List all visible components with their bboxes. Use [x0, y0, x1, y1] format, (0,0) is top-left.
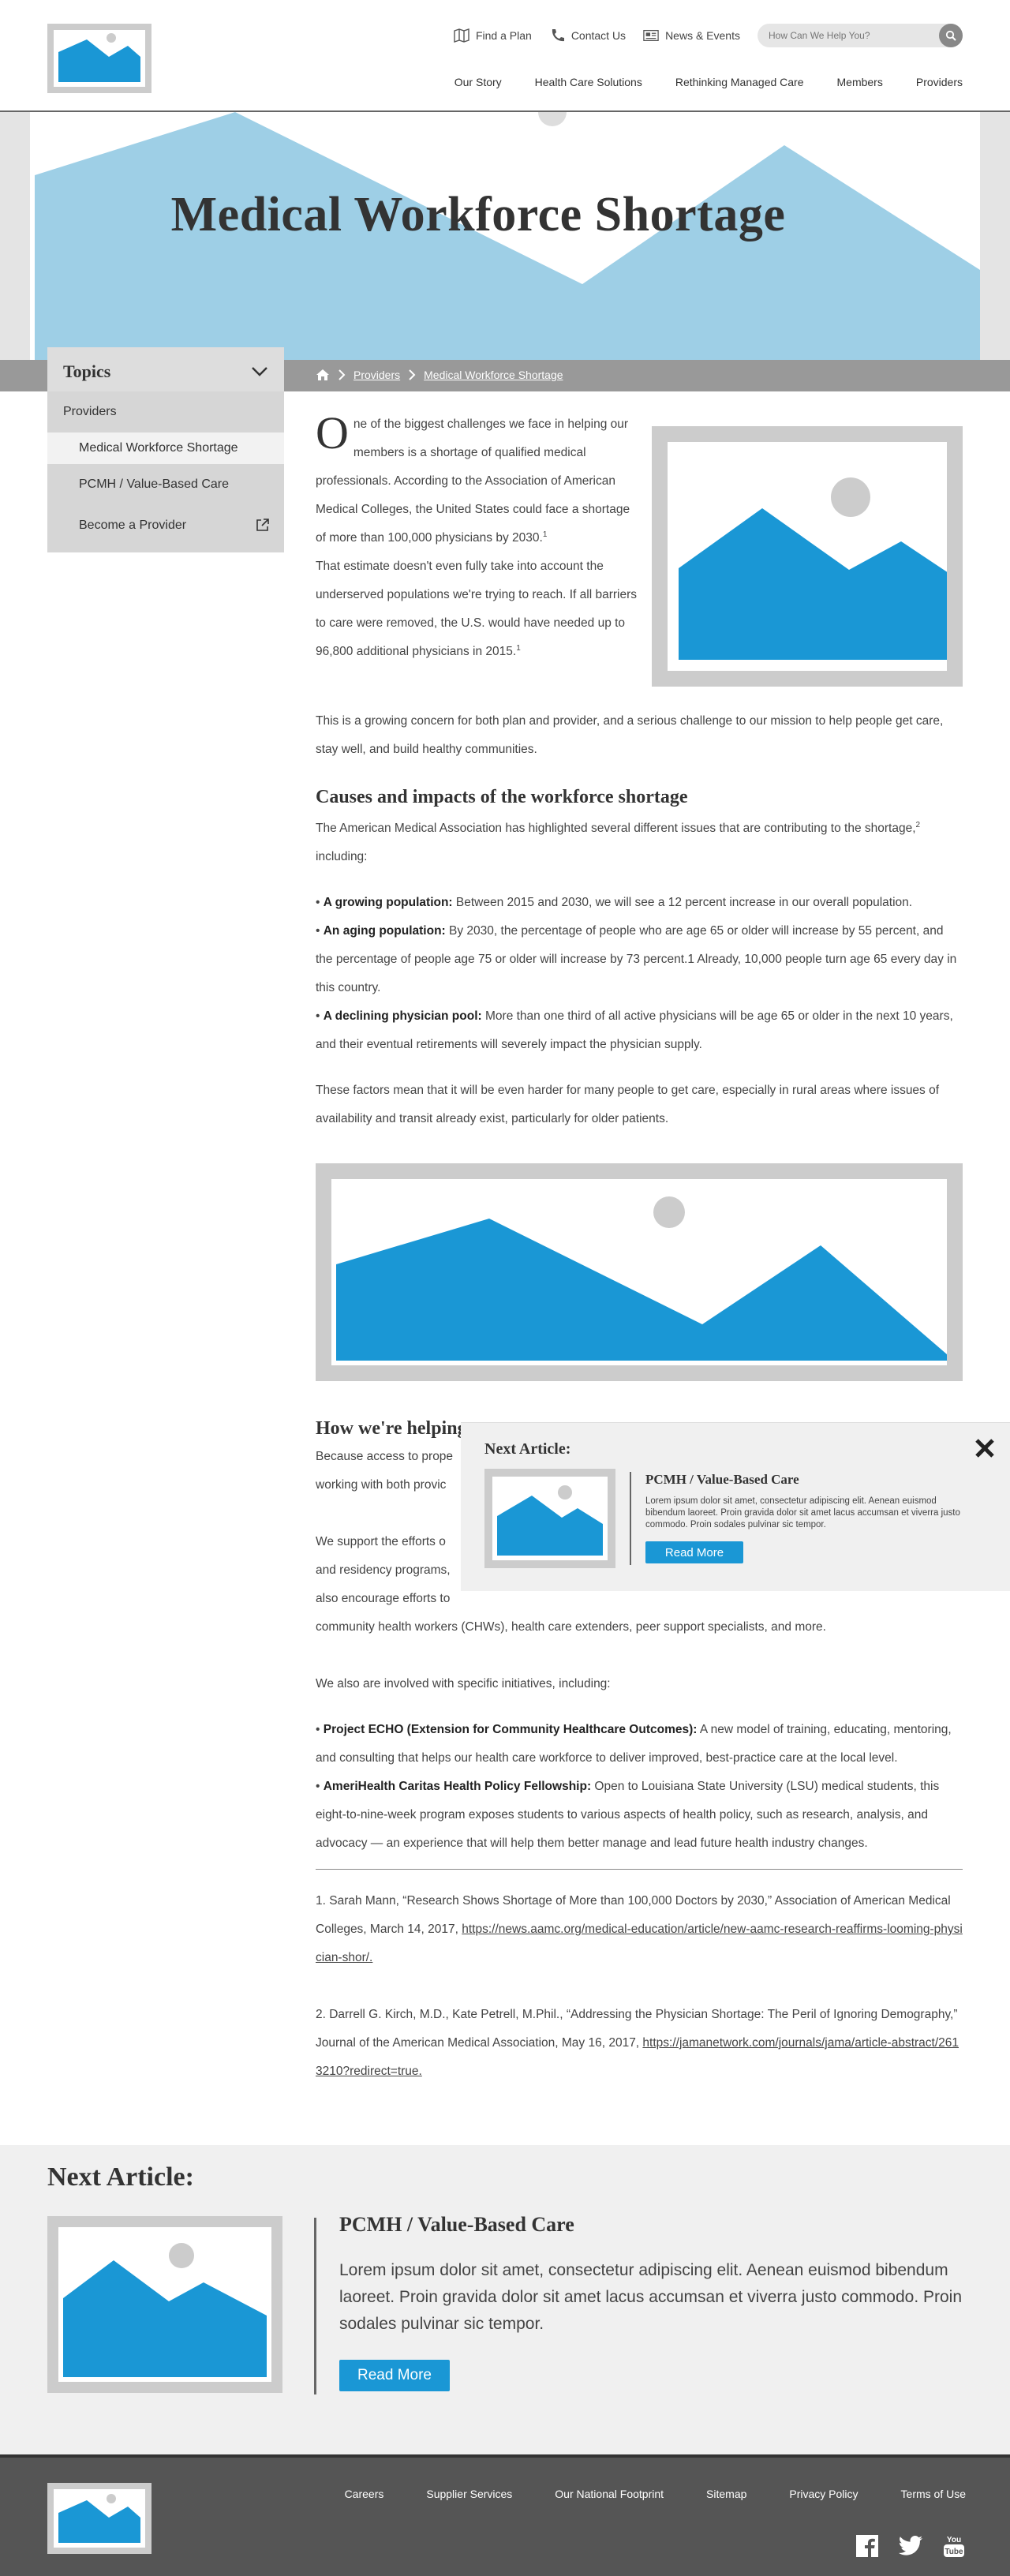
- map-icon: [454, 28, 469, 43]
- nav-health-care-solutions[interactable]: Health Care Solutions: [535, 76, 642, 88]
- chevron-right-icon: [409, 369, 416, 380]
- logo-image-icon: [58, 33, 140, 82]
- sidebar-item-become-a-provider[interactable]: Become a Provider: [47, 505, 284, 546]
- popup-divider: [630, 1472, 631, 1565]
- article-image-1: [652, 426, 963, 687]
- next-article-title: Next Article:: [47, 2162, 194, 2192]
- sidebar-item-pcmh[interactable]: PCMH / Value-Based Care: [47, 464, 284, 505]
- sidebar-item-providers[interactable]: Providers: [47, 391, 284, 432]
- nav-providers[interactable]: Providers: [916, 76, 963, 88]
- reference-1: 1. Sarah Mann, “Research Shows Shortage …: [316, 1894, 963, 1964]
- article-body: O ne of the biggest challenges we face i…: [316, 410, 963, 2086]
- phone-icon: [552, 29, 564, 42]
- footer-logo[interactable]: [47, 2483, 152, 2554]
- contact-us-link[interactable]: Contact Us: [549, 28, 626, 43]
- next-article-section: Next Article: PCMH / Value-Based Care Lo…: [0, 2145, 1010, 2454]
- list-item: • AmeriHealth Caritas Health Policy Fell…: [316, 1780, 940, 1850]
- sidebar-item-medical-workforce-shortage[interactable]: Medical Workforce Shortage: [47, 432, 284, 464]
- footer-link-national-footprint[interactable]: Our National Footprint: [555, 2488, 664, 2500]
- topics-title: Topics: [63, 361, 111, 381]
- facebook-icon[interactable]: [855, 2534, 879, 2558]
- close-icon: [975, 1439, 994, 1458]
- footer-link-supplier-services[interactable]: Supplier Services: [426, 2488, 512, 2500]
- next-article-divider: [314, 2218, 316, 2394]
- causes-heading: Causes and impacts of the workforce shor…: [316, 787, 688, 807]
- youtube-icon[interactable]: You Tube: [942, 2533, 966, 2559]
- popup-title: Next Article:: [484, 1440, 571, 1458]
- topics-toggle[interactable]: Topics: [47, 347, 284, 391]
- site-footer: Careers Supplier Services Our National F…: [0, 2454, 1010, 2576]
- breadcrumb: Providers Medical Workforce Shortage: [316, 369, 563, 381]
- factors-paragraph: These factors mean that it will be even …: [316, 1084, 940, 1125]
- svg-text:You: You: [947, 2536, 961, 2544]
- popup-article-heading[interactable]: PCMH / Value-Based Care: [645, 1472, 799, 1488]
- causes-intro: The American Medical Association has hig…: [316, 820, 921, 863]
- chevron-right-icon: [339, 369, 346, 380]
- list-item: • A declining physician pool: More than …: [316, 1009, 953, 1051]
- image-placeholder-icon: [63, 2243, 267, 2377]
- search-icon: [945, 30, 956, 41]
- close-button[interactable]: [974, 1436, 996, 1464]
- svg-text:Tube: Tube: [945, 2548, 963, 2556]
- reference-2: 2. Darrell G. Kirch, M.D., Kate Petrell,…: [316, 2008, 960, 2078]
- read-more-button[interactable]: Read More: [339, 2360, 450, 2391]
- popup-read-more-button[interactable]: Read More: [645, 1541, 743, 1563]
- initiatives-list: • Project ECHO (Extension for Community …: [316, 1716, 963, 1858]
- home-icon[interactable]: [316, 369, 330, 381]
- newspaper-icon: [643, 30, 659, 41]
- news-events-link[interactable]: News & Events: [643, 28, 740, 43]
- nav-rethinking-managed-care[interactable]: Rethinking Managed Care: [675, 76, 804, 88]
- image-placeholder-icon: [336, 1196, 947, 1361]
- popup-article-excerpt: Lorem ipsum dolor sit amet, consectetur …: [645, 1496, 960, 1530]
- twitter-icon[interactable]: [898, 2535, 923, 2557]
- utility-nav: Find a Plan Contact Us News & Events: [454, 24, 963, 47]
- footer-link-careers[interactable]: Careers: [345, 2488, 384, 2500]
- main-nav: Our Story Health Care Solutions Rethinki…: [454, 76, 963, 88]
- list-item: • An aging population: By 2030, the perc…: [316, 924, 957, 994]
- footer-link-sitemap[interactable]: Sitemap: [706, 2488, 746, 2500]
- logo-image-icon: [58, 2494, 140, 2543]
- external-link-icon: [256, 519, 269, 531]
- footer-link-privacy-policy[interactable]: Privacy Policy: [789, 2488, 858, 2500]
- social-links: You Tube: [855, 2533, 966, 2559]
- topics-sidebar: Topics Providers Medical Workforce Short…: [47, 347, 284, 552]
- next-article-heading[interactable]: PCMH / Value-Based Care: [339, 2213, 574, 2237]
- search-input[interactable]: [769, 30, 926, 41]
- list-item: • Project ECHO (Extension for Community …: [316, 1723, 952, 1765]
- topics-list: Providers Medical Workforce Shortage PCM…: [47, 391, 284, 552]
- article-image-2: [316, 1163, 963, 1381]
- causes-list: • A growing population: Between 2015 and…: [316, 889, 963, 1059]
- search-button[interactable]: [939, 24, 963, 47]
- sidebar-item-label: Become a Provider: [79, 519, 187, 532]
- growing-concern-paragraph: This is a growing concern for both plan …: [316, 714, 944, 756]
- drop-cap: O: [316, 407, 349, 459]
- image-placeholder-icon: [679, 477, 947, 660]
- footer-link-terms-of-use[interactable]: Terms of Use: [901, 2488, 966, 2500]
- breadcrumb-current[interactable]: Medical Workforce Shortage: [424, 369, 563, 381]
- list-item: • A growing population: Between 2015 and…: [316, 896, 913, 909]
- breadcrumb-providers[interactable]: Providers: [354, 369, 400, 381]
- divider: [316, 1869, 963, 1870]
- initiatives-intro: We also are involved with specific initi…: [316, 1677, 611, 1690]
- page-title: Medical Workforce Shortage: [170, 188, 786, 242]
- logo[interactable]: [47, 24, 152, 93]
- footer-links: Careers Supplier Services Our National F…: [345, 2488, 966, 2500]
- next-article-image[interactable]: [47, 2216, 282, 2393]
- hero-banner: Medical Workforce Shortage: [0, 112, 1010, 360]
- search-box: [758, 24, 963, 47]
- intro-paragraph: O ne of the biggest challenges we face i…: [316, 407, 630, 545]
- nav-members[interactable]: Members: [837, 76, 883, 88]
- popup-image[interactable]: [484, 1469, 615, 1568]
- image-placeholder-icon: [497, 1485, 603, 1556]
- next-article-excerpt: Lorem ipsum dolor sit amet, consectetur …: [339, 2261, 963, 2333]
- chevron-down-icon: [252, 367, 267, 376]
- find-a-plan-link[interactable]: Find a Plan: [454, 28, 532, 43]
- intro-paragraph-2: That estimate doesn't even fully take in…: [316, 560, 638, 658]
- next-article-popup: Next Article: PCMH / Value-Based Care Lo…: [461, 1422, 1010, 1591]
- nav-our-story[interactable]: Our Story: [454, 76, 502, 88]
- site-header: Find a Plan Contact Us News & Events Our…: [0, 0, 1010, 112]
